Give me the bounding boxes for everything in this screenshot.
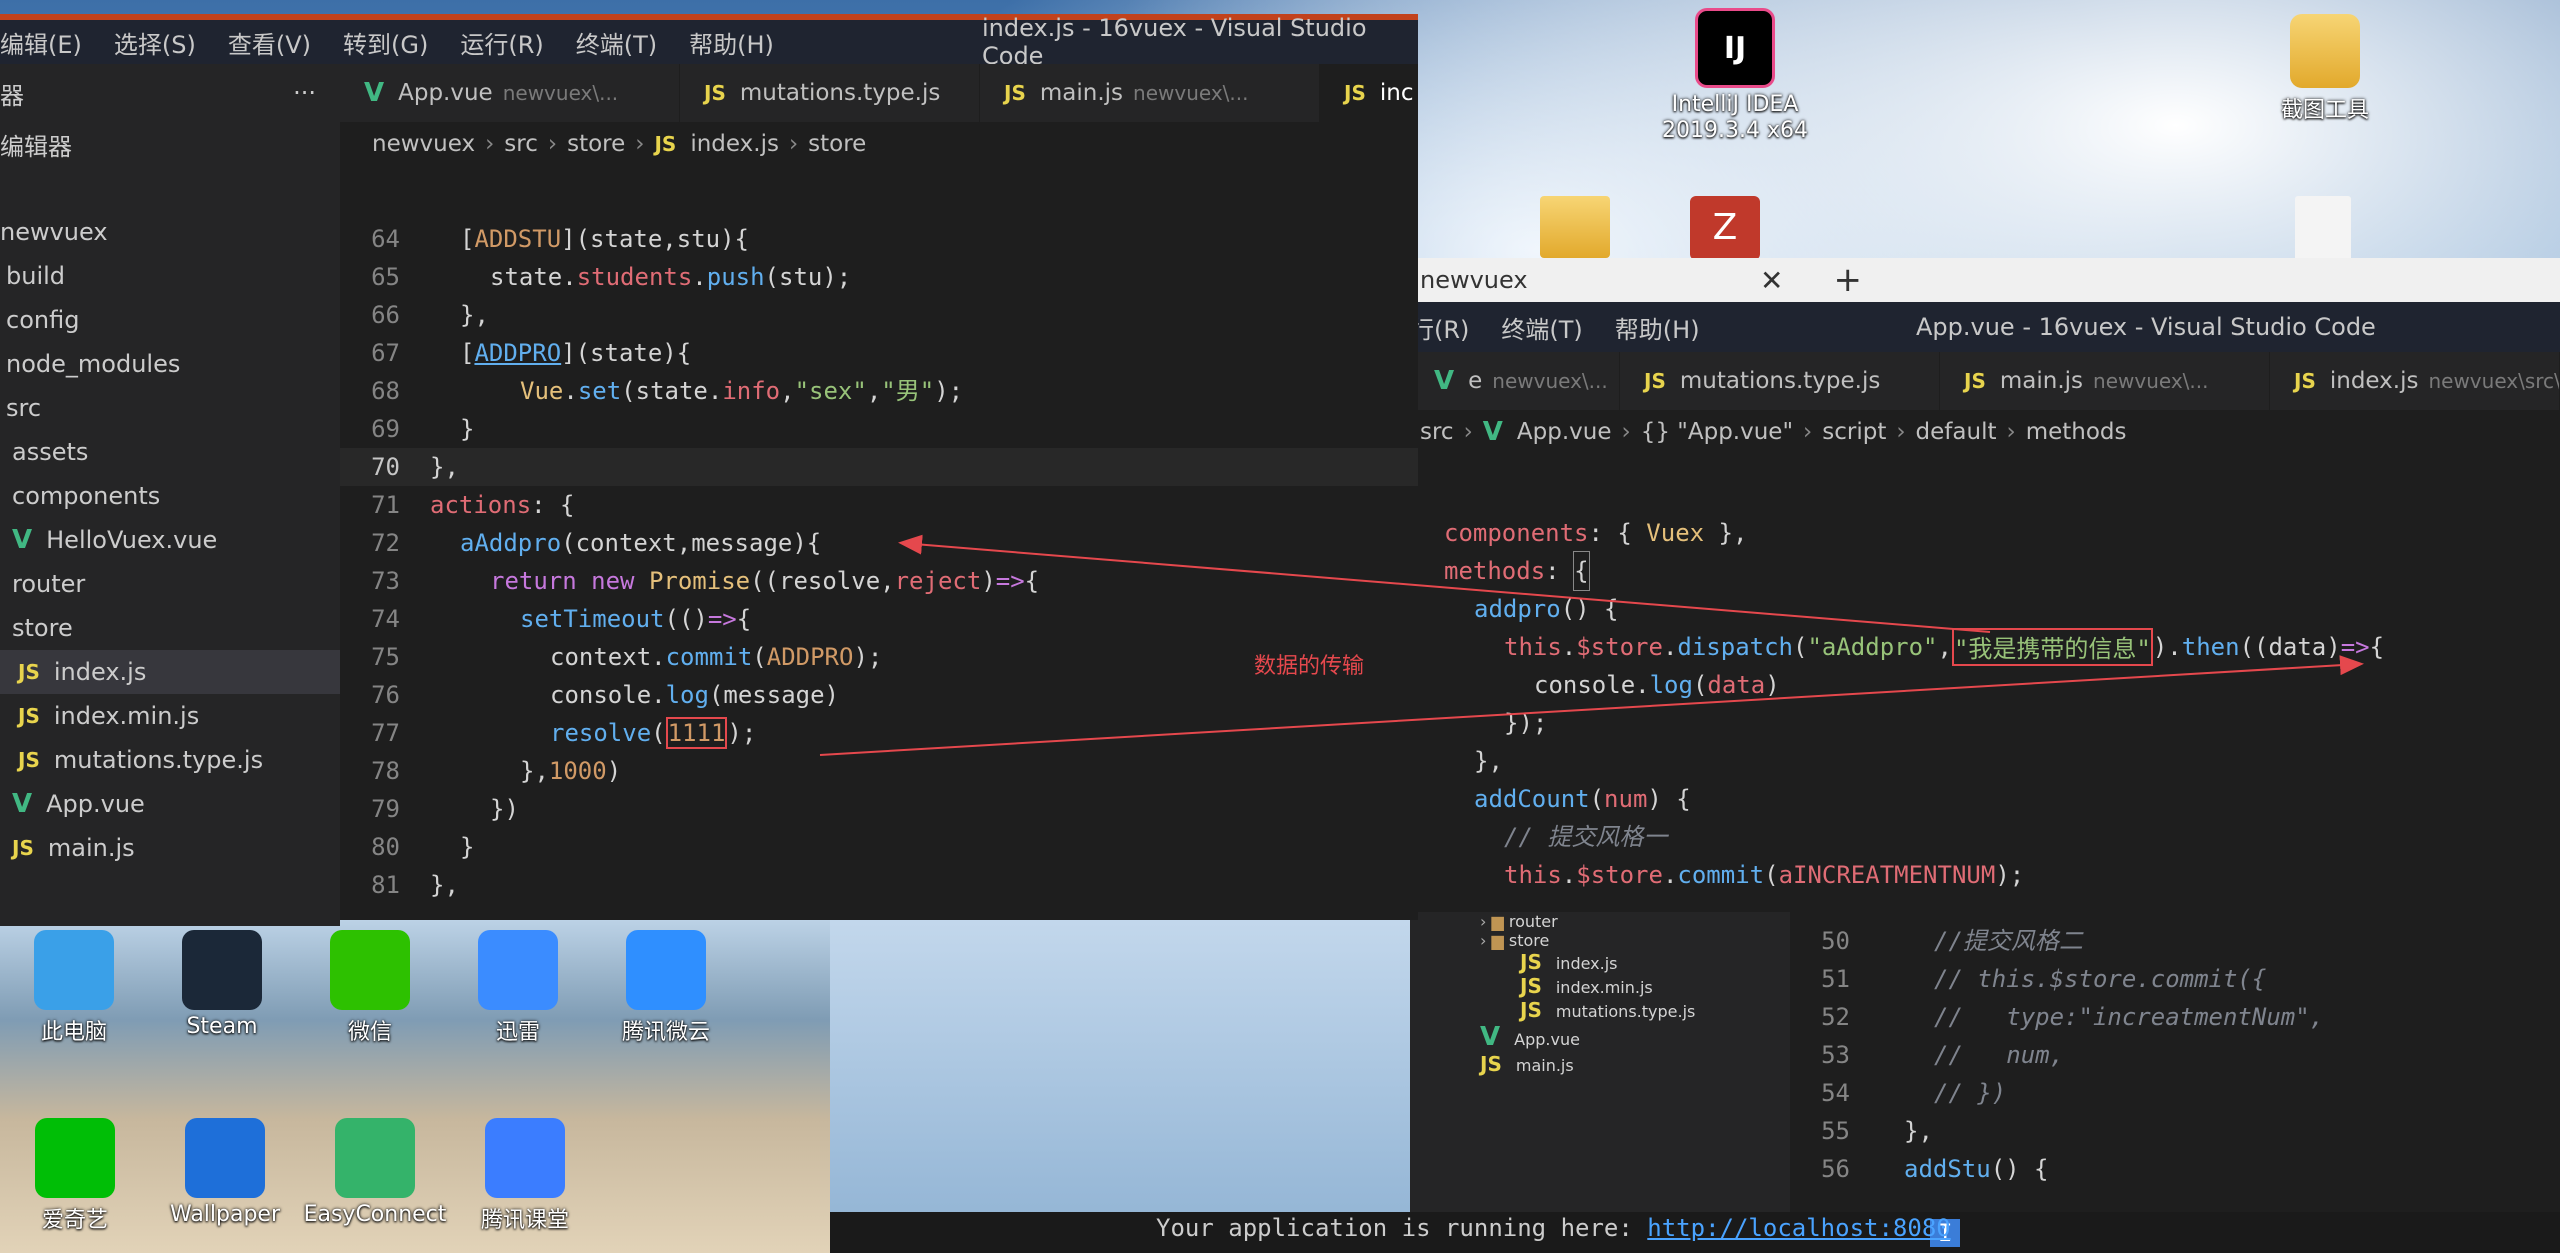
annotation-arrows (819, 534, 2364, 756)
arrow-dispatch-to-action (898, 534, 1991, 633)
arrow-resolve-to-then (819, 655, 2364, 756)
